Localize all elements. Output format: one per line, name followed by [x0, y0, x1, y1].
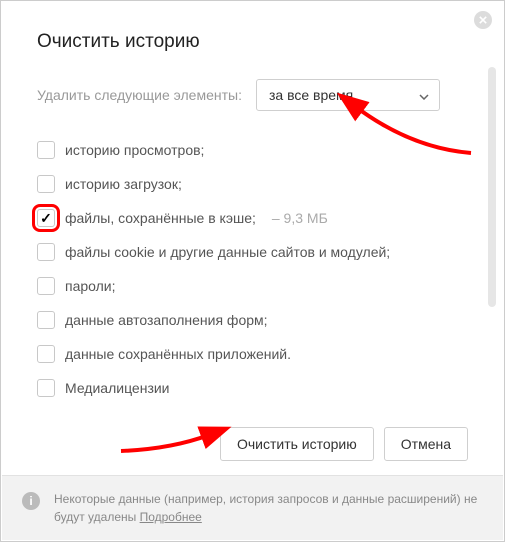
- delete-elements-label: Удалить следующие элементы:: [37, 87, 242, 103]
- option-checkbox[interactable]: [37, 243, 55, 261]
- option-row: историю просмотров;: [37, 141, 468, 159]
- option-row: файлы, сохранённые в кэше; – 9,3 МБ: [37, 209, 468, 227]
- options-list: историю просмотров; историю загрузок; файл…: [37, 141, 468, 397]
- option-size: – 9,3 МБ: [272, 210, 328, 226]
- option-row: данные сохранённых приложений.: [37, 345, 468, 363]
- cancel-button[interactable]: Отмена: [384, 427, 468, 461]
- time-range-select[interactable]: за все время: [256, 79, 440, 111]
- option-checkbox[interactable]: [37, 175, 55, 193]
- option-label: историю просмотров;: [65, 142, 204, 158]
- option-checkbox[interactable]: [37, 379, 55, 397]
- scrollbar[interactable]: [488, 67, 496, 307]
- option-label: файлы cookie и другие данные сайтов и мо…: [65, 244, 390, 260]
- time-range-value: за все время: [269, 87, 353, 103]
- option-checkbox[interactable]: [37, 141, 55, 159]
- footer-text: Некоторые данные (например, история запр…: [54, 492, 477, 524]
- clear-history-button[interactable]: Очистить историю: [220, 427, 374, 461]
- option-label: историю загрузок;: [65, 176, 182, 192]
- option-row: файлы cookie и другие данные сайтов и мо…: [37, 243, 468, 261]
- info-icon: i: [22, 492, 40, 510]
- option-row: данные автозаполнения форм;: [37, 311, 468, 329]
- option-label: файлы, сохранённые в кэше;: [65, 210, 256, 226]
- option-label: данные сохранённых приложений.: [65, 346, 291, 362]
- option-checkbox[interactable]: [37, 277, 55, 295]
- option-checkbox[interactable]: [37, 311, 55, 329]
- option-checkbox[interactable]: [37, 209, 55, 227]
- option-row: историю загрузок;: [37, 175, 468, 193]
- option-row: Медиалицензии: [37, 379, 468, 397]
- footer-note: i Некоторые данные (например, история за…: [2, 475, 503, 540]
- chevron-down-icon: [419, 87, 429, 103]
- option-label: пароли;: [65, 278, 116, 294]
- dialog-title: Очистить историю: [37, 31, 468, 53]
- option-row: пароли;: [37, 277, 468, 295]
- footer-more-link[interactable]: Подробнее: [140, 510, 202, 524]
- option-checkbox[interactable]: [37, 345, 55, 363]
- close-icon[interactable]: [474, 11, 492, 29]
- clear-history-dialog: Очистить историю Удалить следующие элеме…: [0, 0, 505, 542]
- option-label: данные автозаполнения форм;: [65, 312, 268, 328]
- option-label: Медиалицензии: [65, 380, 170, 396]
